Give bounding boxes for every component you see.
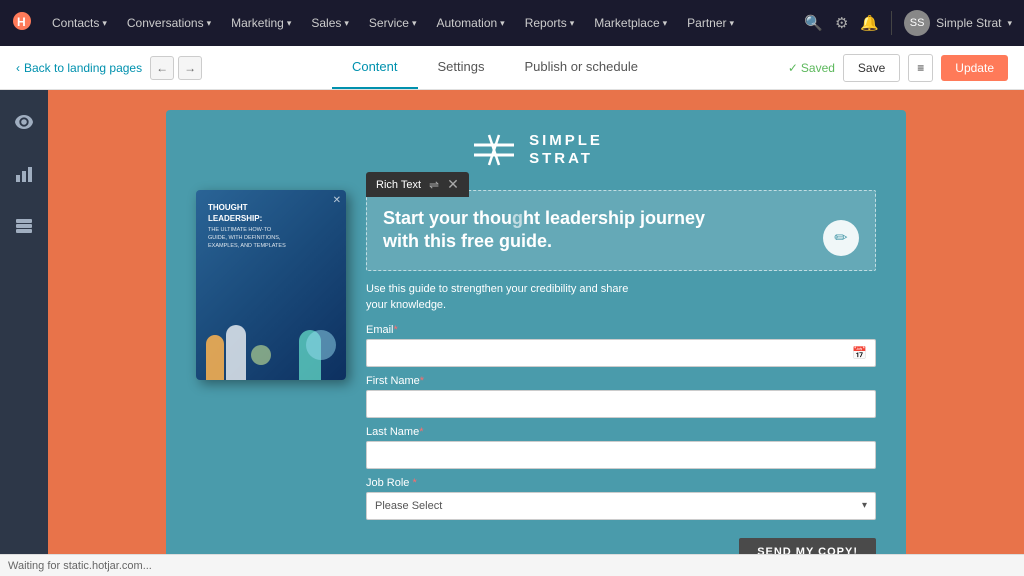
- back-to-landing-pages[interactable]: ‹ Back to landing pages: [16, 61, 142, 75]
- chevron-down-icon: ▾: [344, 18, 349, 29]
- job-role-field-group: Job Role * Please Select ▾: [366, 477, 876, 520]
- tab-publish[interactable]: Publish or schedule: [504, 46, 657, 89]
- link-icon[interactable]: ⇌: [429, 178, 439, 192]
- landing-page-preview: SIMPLE STRAT ✕ THOUGHTLEADERSHIP: THE UL…: [166, 110, 906, 576]
- status-text: Waiting for static.hotjar.com...: [8, 560, 152, 572]
- job-role-select[interactable]: Please Select ▾: [366, 492, 876, 520]
- save-button[interactable]: Save: [843, 54, 900, 82]
- hero-text: Start your thought leadership journeywit…: [383, 207, 859, 254]
- update-button[interactable]: Update: [941, 55, 1008, 81]
- user-menu[interactable]: SS Simple Strat ▾: [904, 10, 1012, 36]
- history-nav: ← →: [150, 56, 202, 80]
- checkmark-icon: ✓: [788, 61, 798, 75]
- select-placeholder: Please Select: [375, 500, 442, 512]
- more-options-button[interactable]: ≡: [908, 54, 933, 82]
- job-role-label: Job Role *: [366, 477, 876, 489]
- hubspot-logo[interactable]: H: [12, 11, 32, 36]
- nav-partner[interactable]: Partner ▾: [679, 12, 742, 34]
- email-input[interactable]: 📅: [366, 339, 876, 367]
- tab-content[interactable]: Content: [332, 46, 418, 89]
- nav-automation[interactable]: Automation ▾: [428, 12, 512, 34]
- main-area: SIMPLE STRAT ✕ THOUGHTLEADERSHIP: THE UL…: [0, 90, 1024, 576]
- book-cover: ✕ THOUGHTLEADERSHIP: THE ULTIMATE HOW-TO…: [196, 190, 346, 380]
- chevron-down-icon: ▾: [287, 18, 292, 29]
- last-name-field-group: Last Name*: [366, 426, 876, 469]
- sub-nav-actions: ✓ Saved Save ≡ Update: [788, 54, 1008, 82]
- page-logo-area: SIMPLE STRAT: [166, 110, 906, 190]
- form-area: Rich Text ⇌ ✕ Start your thought leaders…: [366, 190, 876, 566]
- book-title: THOUGHTLEADERSHIP:: [208, 202, 334, 224]
- nav-marketing[interactable]: Marketing ▾: [223, 12, 299, 34]
- last-name-label: Last Name*: [366, 426, 876, 438]
- simple-strat-logo: SIMPLE STRAT: [469, 130, 603, 170]
- tab-settings[interactable]: Settings: [418, 46, 505, 89]
- first-name-field-group: First Name*: [366, 375, 876, 418]
- nav-divider: [891, 11, 892, 35]
- chevron-down-icon: ▾: [570, 18, 575, 29]
- sub-navigation: ‹ Back to landing pages ← → Content Sett…: [0, 46, 1024, 90]
- email-label: Email*: [366, 324, 876, 336]
- sidebar-eye-icon[interactable]: [8, 106, 40, 138]
- edit-pencil-button[interactable]: ✏: [823, 220, 859, 256]
- top-navigation: H Contacts ▾ Conversations ▾ Marketing ▾…: [0, 0, 1024, 46]
- redo-button[interactable]: →: [178, 56, 202, 80]
- select-arrow-icon: ▾: [862, 500, 867, 511]
- notifications-icon[interactable]: 🔔: [860, 14, 879, 32]
- email-field-group: Email* 📅: [366, 324, 876, 367]
- sidebar-chart-icon[interactable]: [8, 158, 40, 190]
- chevron-down-icon: ▾: [207, 18, 212, 29]
- rich-text-toolbar: Rich Text ⇌ ✕: [366, 172, 469, 197]
- nav-service[interactable]: Service ▾: [361, 12, 425, 34]
- content-area: SIMPLE STRAT ✕ THOUGHTLEADERSHIP: THE UL…: [48, 90, 1024, 576]
- form-description: Use this guide to strengthen your credib…: [366, 281, 876, 314]
- nav-utilities: 🔍 ⚙ 🔔: [804, 14, 879, 32]
- toolbar-close-button[interactable]: ✕: [447, 176, 459, 193]
- first-name-input[interactable]: [366, 390, 876, 418]
- left-sidebar: [0, 90, 48, 576]
- nav-reports[interactable]: Reports ▾: [517, 12, 583, 34]
- status-bar: Waiting for static.hotjar.com...: [0, 554, 1024, 576]
- chevron-down-icon: ▾: [102, 18, 107, 29]
- avatar: SS: [904, 10, 930, 36]
- saved-status: ✓ Saved: [788, 61, 835, 75]
- page-tabs: Content Settings Publish or schedule: [202, 46, 788, 89]
- chevron-down-icon: ▾: [730, 18, 735, 29]
- page-content-row: ✕ THOUGHTLEADERSHIP: THE ULTIMATE HOW-TO…: [166, 190, 906, 576]
- sidebar-layers-icon[interactable]: [8, 210, 40, 242]
- rich-text-label: Rich Text: [376, 179, 421, 191]
- nav-conversations[interactable]: Conversations ▾: [119, 12, 219, 34]
- search-icon[interactable]: 🔍: [804, 14, 823, 32]
- nav-contacts[interactable]: Contacts ▾: [44, 12, 115, 34]
- first-name-label: First Name*: [366, 375, 876, 387]
- svg-text:H: H: [17, 15, 26, 29]
- chevron-down-icon: ▾: [663, 18, 668, 29]
- nav-marketplace[interactable]: Marketplace ▾: [586, 12, 675, 34]
- book-subtitle: THE ULTIMATE HOW-TOGUIDE, WITH DEFINITIO…: [208, 227, 334, 250]
- hero-text-box[interactable]: Start your thought leadership journeywit…: [366, 190, 876, 271]
- user-chevron-icon: ▾: [1007, 18, 1012, 29]
- chevron-down-icon: ▾: [412, 18, 417, 29]
- undo-button[interactable]: ←: [150, 56, 174, 80]
- calendar-icon: 📅: [852, 346, 867, 360]
- nav-sales[interactable]: Sales ▾: [303, 12, 357, 34]
- last-name-input[interactable]: [366, 441, 876, 469]
- back-arrow-icon: ‹: [16, 61, 20, 75]
- chevron-down-icon: ▾: [500, 18, 505, 29]
- settings-icon[interactable]: ⚙: [835, 14, 848, 32]
- form-fields: Use this guide to strengthen your credib…: [366, 271, 876, 566]
